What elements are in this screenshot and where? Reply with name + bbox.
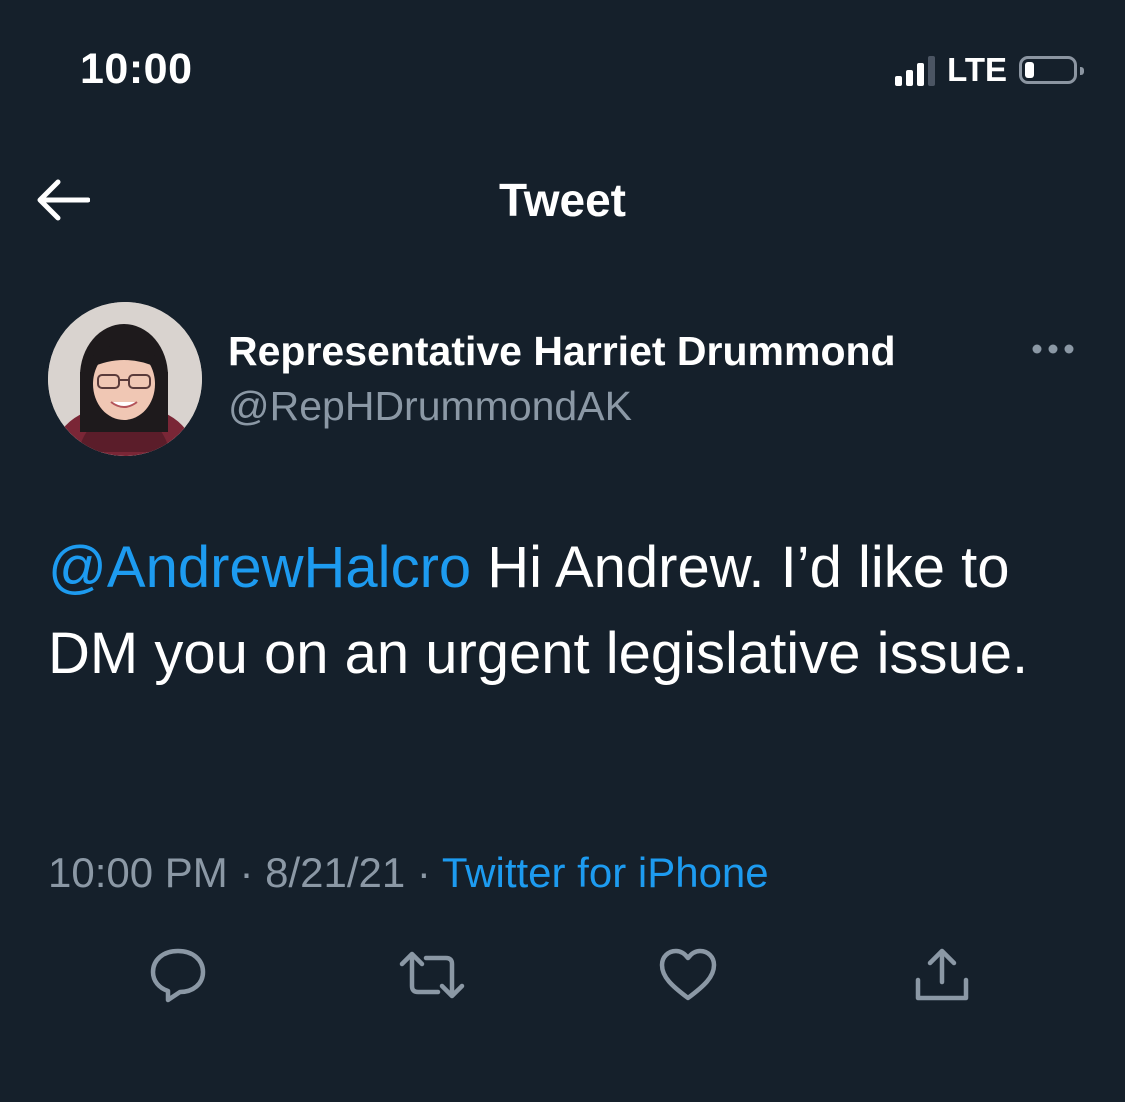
author-handle[interactable]: @RepHDrummondAK: [228, 381, 632, 431]
meta-separator: ·: [405, 849, 442, 896]
status-bar: 10:00 LTE: [0, 0, 1125, 140]
tweet-time[interactable]: 10:00 PM: [48, 849, 228, 896]
status-indicators: LTE: [895, 50, 1084, 90]
reply-button[interactable]: [138, 935, 218, 1015]
more-options-button[interactable]: [1028, 334, 1078, 364]
author-name[interactable]: Representative Harriet Drummond: [228, 326, 896, 376]
heart-icon: [659, 948, 717, 1001]
share-icon: [915, 948, 969, 1001]
avatar[interactable]: [48, 302, 202, 456]
tweet-source-link[interactable]: Twitter for iPhone: [442, 849, 769, 896]
tweet-actions: [0, 935, 1125, 1015]
mention-link[interactable]: @AndrewHalcro: [48, 535, 471, 600]
tweet-author: Representative Harriet Drummond @RepHDru…: [48, 300, 1078, 456]
battery-icon: [1019, 56, 1084, 84]
share-button[interactable]: [902, 935, 982, 1015]
avatar-portrait: [48, 302, 202, 456]
status-time: 10:00: [80, 45, 193, 93]
signal-icon: [895, 54, 936, 86]
more-icon: [1032, 344, 1074, 354]
tweet-meta: 10:00 PM · 8/21/21 · Twitter for iPhone: [48, 846, 769, 900]
retweet-button[interactable]: [392, 935, 472, 1015]
network-label: LTE: [947, 51, 1007, 88]
reply-icon: [150, 948, 206, 1003]
tweet-text: @AndrewHalcro Hi Andrew. I’d like to DM …: [48, 525, 1068, 697]
like-button[interactable]: [648, 935, 728, 1015]
tweet-date[interactable]: 8/21/21: [265, 849, 405, 896]
tweet-header: Tweet: [0, 150, 1125, 250]
meta-separator: ·: [227, 849, 266, 896]
page-title: Tweet: [499, 174, 626, 226]
retweet-icon: [399, 951, 465, 999]
